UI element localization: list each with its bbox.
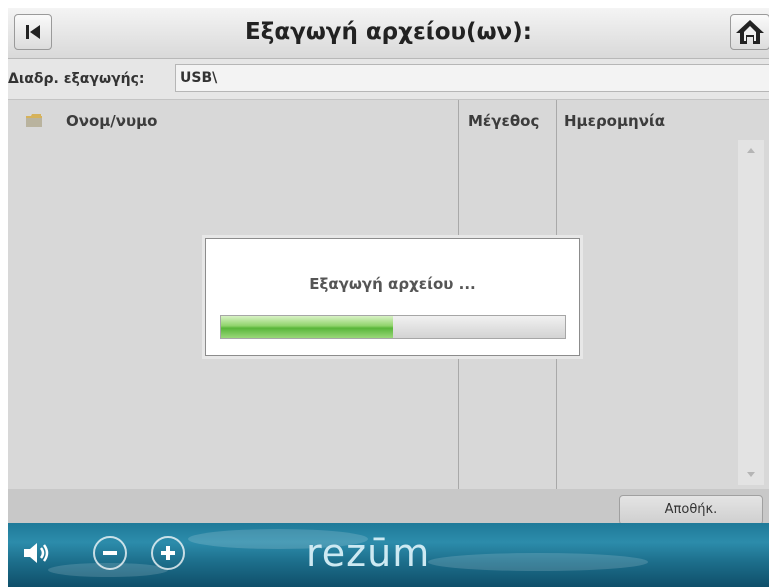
scroll-up-arrow-icon[interactable] <box>747 148 755 153</box>
export-progress-message: Εξαγωγή αρχείου ... <box>309 275 476 293</box>
page-title: Εξαγωγή αρχείου(ων): <box>245 19 532 45</box>
speaker-icon[interactable] <box>22 539 52 567</box>
vertical-scrollbar[interactable] <box>738 140 764 485</box>
brand-logo: rezūm <box>306 531 431 575</box>
scroll-down-arrow-icon[interactable] <box>747 472 755 477</box>
footer-bar: rezūm <box>8 523 769 587</box>
progress-fill <box>221 316 393 338</box>
water-ripple <box>428 553 648 571</box>
home-button[interactable] <box>730 14 769 50</box>
column-header-name[interactable]: Ονομ/νυμο <box>66 112 157 130</box>
volume-up-button[interactable] <box>151 536 185 570</box>
action-bar: Αποθήκ. <box>8 489 769 525</box>
column-header-size[interactable]: Μέγεθος <box>468 112 539 130</box>
minus-icon <box>103 551 117 555</box>
back-to-start-icon <box>26 25 40 39</box>
progress-bar <box>220 315 566 339</box>
export-path-label: Διαδρ. εξαγωγής: <box>8 71 145 87</box>
plus-icon <box>161 546 175 560</box>
column-header-date[interactable]: Ημερομηνία <box>564 112 665 130</box>
title-bar: Εξαγωγή αρχείου(ων): <box>8 8 769 59</box>
back-button[interactable] <box>14 14 52 50</box>
export-path-row: Διαδρ. εξαγωγής: USB\ <box>8 59 769 100</box>
export-path-field[interactable]: USB\ <box>175 64 769 92</box>
export-progress-dialog: Εξαγωγή αρχείου ... <box>205 238 580 356</box>
volume-down-button[interactable] <box>93 536 127 570</box>
save-button[interactable]: Αποθήκ. <box>619 495 763 525</box>
home-icon <box>736 20 764 44</box>
folder-icon <box>26 114 42 127</box>
